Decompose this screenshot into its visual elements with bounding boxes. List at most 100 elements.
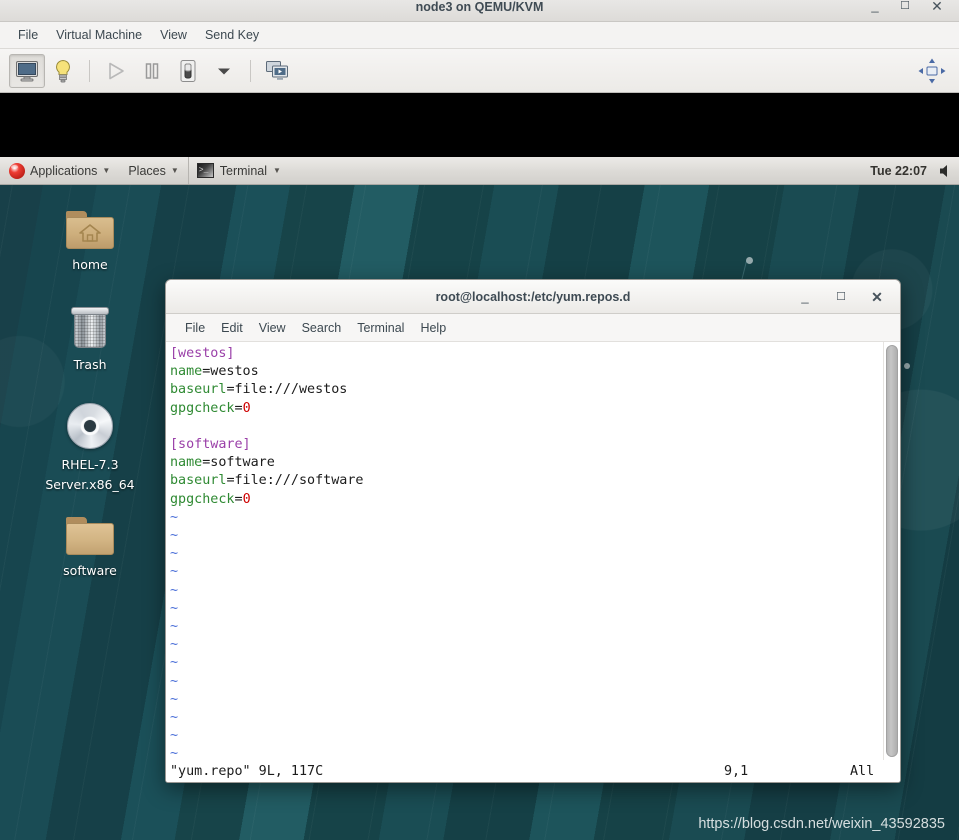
terminal-maximize-button[interactable]: ☐ [828,280,854,314]
vim-line: [westos] [170,346,235,361]
vim-status-line: "yum.repo" 9L, 117C 9,1 All [166,760,900,782]
vim-line: gpgcheck=0 [170,491,251,507]
terminal-menu-search[interactable]: Search [294,318,350,338]
vm-display-area[interactable]: Applications ▼ Places ▼ >_ Terminal ▼ Tu… [0,93,959,840]
show-details-button[interactable] [45,54,81,88]
vim-empty-line-marker: ~ [170,528,179,544]
terminal-scrollbar[interactable] [883,342,900,760]
terminal-menu-bar: File Edit View Search Terminal Help [166,314,900,342]
vm-maximize-button[interactable]: ☐ [893,0,917,17]
places-menu[interactable]: Places ▼ [119,157,187,184]
desktop-icon-label: software [63,563,117,578]
terminal-menu-edit[interactable]: Edit [213,318,251,338]
vim-file-info: "yum.repo" 9L, 117C [170,763,324,779]
vm-minimize-button[interactable]: _ [863,0,887,17]
monitor-icon [16,60,38,81]
desktop-icon-software[interactable]: software [34,503,146,581]
vim-empty-line-marker: ~ [170,582,179,598]
trash-icon [34,297,146,349]
clock[interactable]: Tue 22:07 [870,164,927,178]
pause-button[interactable] [134,54,170,88]
panel-status-area: Tue 22:07 [870,157,959,184]
chevron-down-icon: ▼ [273,166,281,175]
menu-view[interactable]: View [151,25,196,45]
terminal-body[interactable]: [westos] name=westos baseurl=file:///westo… [166,342,900,760]
terminal-thumbnail-icon: >_ [196,163,214,178]
desktop-surface[interactable]: home Trash RHEL-7.3 Server.x86_64 softwa… [0,185,959,840]
vim-editor-buffer[interactable]: [westos] name=westos baseurl=file:///westo… [166,342,883,760]
vim-empty-line-marker: ~ [170,673,179,689]
vim-empty-line-marker: ~ [170,691,179,707]
vim-empty-line-marker: ~ [170,710,179,726]
vim-empty-line-marker: ~ [170,546,179,562]
applications-menu[interactable]: Applications ▼ [0,157,119,184]
terminal-title-bar[interactable]: root@localhost:/etc/yum.repos.d _ ☐ ✕ [166,280,900,314]
shutdown-menu-button[interactable] [206,54,242,88]
home-folder-icon [34,197,146,249]
terminal-scrollbar-thumb[interactable] [886,345,898,757]
play-icon [109,62,124,79]
desktop-icon-label: RHEL-7.3 Server.x86_64 [45,457,135,492]
menu-send-key[interactable]: Send Key [196,25,268,45]
desktop-icon-trash[interactable]: Trash [34,297,146,375]
desktop-icon-home[interactable]: home [34,197,146,275]
vm-toolbar [0,49,959,93]
wallpaper-dot [904,363,910,369]
terminal-menu-help[interactable]: Help [412,318,454,338]
terminal-menu-terminal[interactable]: Terminal [349,318,412,338]
gnome-top-panel: Applications ▼ Places ▼ >_ Terminal ▼ Tu… [0,157,959,185]
vim-empty-line-marker: ~ [170,637,179,653]
terminal-minimize-button[interactable]: _ [792,280,818,314]
places-label: Places [128,163,166,178]
volume-icon[interactable] [937,162,955,180]
toolbar-separator-1 [89,59,90,82]
terminal-window[interactable]: root@localhost:/etc/yum.repos.d _ ☐ ✕ Fi… [165,279,901,783]
vim-line: baseurl=file:///software [170,473,364,489]
vim-empty-line-marker: ~ [170,655,179,671]
terminal-menu-file[interactable]: File [177,318,213,338]
desktop-icon-label: home [72,257,108,272]
vim-line [170,418,883,436]
folder-icon [34,503,146,555]
vim-line: name=westos [170,364,259,380]
guest-desktop: Applications ▼ Places ▼ >_ Terminal ▼ Tu… [0,157,959,840]
vim-empty-line-marker: ~ [170,564,179,580]
redhat-logo-icon [9,162,25,179]
lightbulb-icon [56,59,70,82]
vim-empty-line-marker: ~ [170,509,179,525]
toolbar-separator-2 [250,59,251,82]
speaker-glyph [940,164,947,177]
applications-label: Applications [30,163,98,178]
chevron-down-icon: ▼ [170,166,179,175]
chevron-down-icon: ▼ [102,166,111,175]
run-button[interactable] [98,54,134,88]
snapshots-button[interactable] [259,54,295,88]
vm-menu-bar: File Virtual Machine View Send Key [0,22,959,49]
resize-arrows-icon [918,58,946,83]
desktop-icon-rhel-iso[interactable]: RHEL-7.3 Server.x86_64 [34,397,146,495]
console-view-button[interactable] [9,53,45,88]
optical-disc-icon [34,397,146,449]
fit-to-screen-button[interactable] [914,54,950,88]
vim-line: gpgcheck=0 [170,400,251,416]
vim-empty-line-marker: ~ [170,619,179,635]
vim-scroll-span: All [850,763,875,779]
pause-icon [145,62,159,79]
vim-empty-line-marker: ~ [170,728,179,744]
watermark: https://blog.csdn.net/weixin_43592835 [698,816,945,832]
terminal-menu-view[interactable]: View [251,318,294,338]
vm-title-bar: node3 on QEMU/KVM _ ☐ ✕ [0,0,959,22]
taskbar-item-terminal[interactable]: >_ Terminal ▼ [187,157,291,184]
vim-cursor-position: 9,1 [724,763,749,779]
menu-virtual-machine[interactable]: Virtual Machine [47,25,151,45]
terminal-window-title: root@localhost:/etc/yum.repos.d [435,290,631,304]
menu-file[interactable]: File [9,25,47,45]
virt-manager-window: node3 on QEMU/KVM _ ☐ ✕ File Virtual Mac… [0,0,959,840]
power-switch-icon [180,59,196,82]
house-glyph [79,224,101,242]
shutdown-button[interactable] [170,54,206,88]
vim-line: name=software [170,455,275,471]
vm-window-title: node3 on QEMU/KVM [415,0,544,14]
terminal-close-button[interactable]: ✕ [864,280,890,314]
vm-close-button[interactable]: ✕ [925,0,949,17]
